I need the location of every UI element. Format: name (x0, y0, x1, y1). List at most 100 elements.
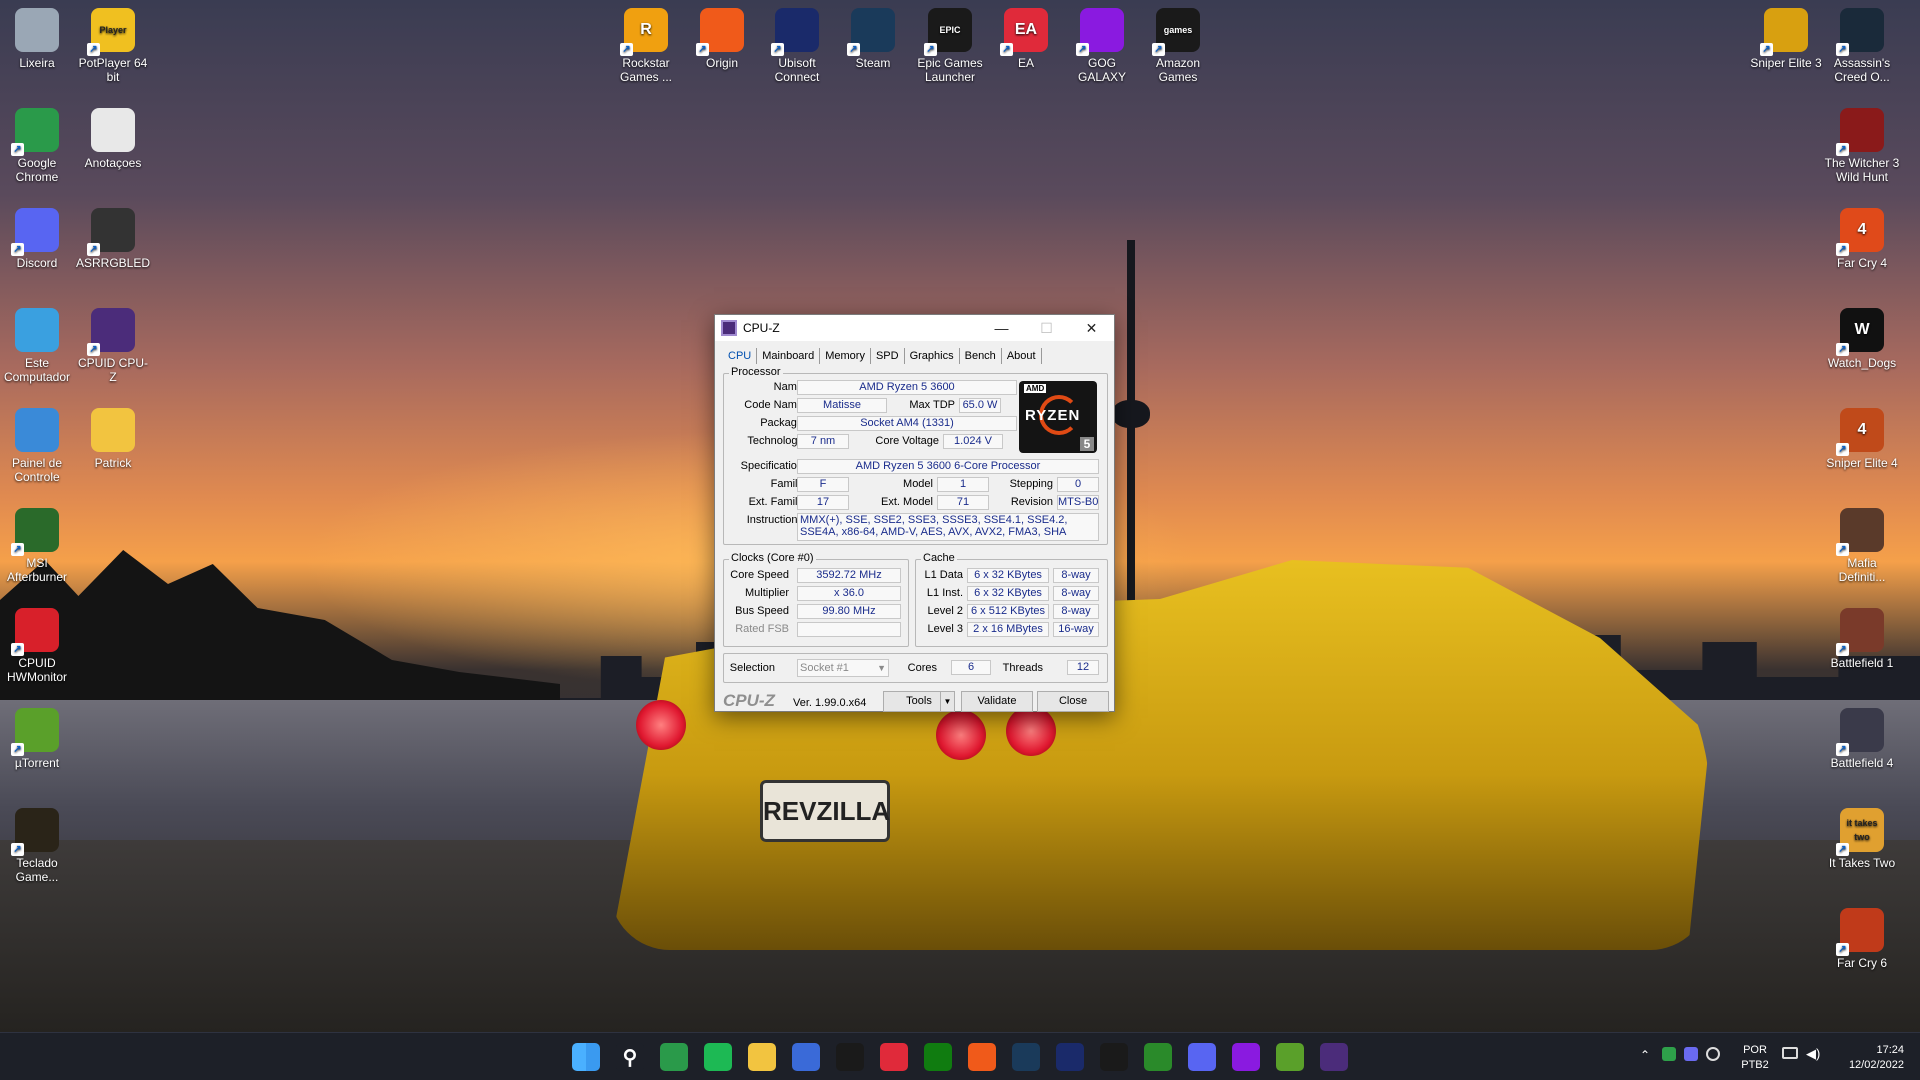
ea-icon[interactable] (880, 1043, 908, 1071)
tools-dropdown-icon[interactable]: ▼ (940, 692, 954, 711)
shortcut-arrow-icon: ↗ (1836, 443, 1849, 456)
desktop-shortcut[interactable]: ↗ Assassin's Creed O... (1824, 8, 1900, 84)
desktop-shortcut[interactable]: ↗ Far Cry 6 (1824, 908, 1900, 970)
tools-button[interactable]: Tools ▼ (883, 691, 955, 712)
icon-glyph-text: W (1854, 321, 1870, 338)
clock[interactable]: 17:24 12/02/2022 (1834, 1043, 1904, 1073)
cache-label-l2: Level 2 (927, 605, 963, 617)
desktop-shortcut[interactable]: ↗ Steam (835, 8, 911, 70)
far-cry-6-icon: ↗ (1836, 908, 1884, 956)
cpuz-icon[interactable] (1320, 1043, 1348, 1071)
close-window-button[interactable]: ✕ (1069, 320, 1114, 337)
desktop-shortcut[interactable]: ↗ ASRRGBLED (75, 208, 151, 270)
maxtdp-label: Max TDP (909, 399, 955, 411)
ryzen-logo-text: RYZEN (1025, 407, 1081, 424)
gog-galaxy-icon[interactable] (1232, 1043, 1260, 1071)
cpuz-titlebar[interactable]: CPU-Z — ☐ ✕ (715, 315, 1114, 341)
desktop-shortcut[interactable]: games ↗ Amazon Games (1140, 8, 1216, 84)
windows-start-icon[interactable] (572, 1043, 600, 1071)
discord-tray-icon[interactable] (1684, 1047, 1698, 1061)
tab-spd[interactable]: SPD (871, 348, 905, 364)
epic-games-icon[interactable] (1100, 1043, 1128, 1071)
tab-memory[interactable]: Memory (820, 348, 871, 364)
extfamily-value: 17 (797, 495, 849, 510)
desktop-shortcut[interactable]: ↗ Mafia Definiti... (1824, 508, 1900, 584)
amazon-games-icon[interactable] (836, 1043, 864, 1071)
desktop-shortcut[interactable]: Patrick (75, 408, 151, 470)
desktop-shortcut[interactable]: 4 ↗ Sniper Elite 4 (1824, 408, 1900, 470)
cpuz-icon: ↗ (87, 308, 135, 356)
tab-about[interactable]: About (1002, 348, 1042, 364)
desktop-shortcut[interactable]: ↗ GOG GALAXY (1064, 8, 1140, 84)
xbox-companion-icon[interactable] (1144, 1043, 1172, 1071)
shortcut-label: Assassin's Creed O... (1833, 56, 1891, 84)
chevron-up-icon[interactable]: ⌃ (1640, 1048, 1650, 1063)
network-icon[interactable] (1782, 1047, 1798, 1059)
desktop-shortcut[interactable]: Lixeira (0, 8, 75, 70)
desktop-shortcut[interactable]: Player ↗ PotPlayer 64 bit (75, 8, 151, 84)
xbox-icon[interactable] (924, 1043, 952, 1071)
shortcut-label: Far Cry 4 (1836, 256, 1887, 270)
desktop-shortcut[interactable]: EPIC ↗ Epic Games Launcher (912, 8, 988, 84)
desktop-shortcut[interactable]: ↗ Discord (0, 208, 75, 270)
shortcut-label: Lixeira (19, 56, 55, 70)
icon-glyph-text: Player (99, 25, 127, 35)
close-button[interactable]: Close (1037, 691, 1109, 712)
shortcut-arrow-icon: ↗ (1760, 43, 1773, 56)
desktop-shortcut[interactable]: ↗ CPUID HWMonitor (0, 608, 75, 684)
desktop-shortcut[interactable]: ↗ Battlefield 4 (1824, 708, 1900, 770)
language-indicator[interactable]: POR PTB2 (1736, 1043, 1774, 1073)
desktop-shortcut[interactable]: ↗ The Witcher 3 Wild Hunt (1824, 108, 1900, 184)
desktop-shortcut[interactable]: ↗ MSI Afterburner (0, 508, 75, 584)
far-cry-4-icon: 4 ↗ (1836, 208, 1884, 256)
steam-icon[interactable] (1012, 1043, 1040, 1071)
cpuz-window[interactable]: CPU-Z — ☐ ✕ CPU Mainboard Memory SPD Gra… (714, 314, 1115, 712)
maximize-button[interactable]: ☐ (1024, 320, 1069, 337)
minimize-button[interactable]: — (979, 320, 1024, 337)
desktop-shortcut[interactable]: Anotaçoes (75, 108, 151, 170)
desktop-shortcut[interactable]: Este Computador (0, 308, 75, 384)
tab-graphics[interactable]: Graphics (905, 348, 960, 364)
tab-cpu[interactable]: CPU (723, 348, 758, 364)
family-label: Family (770, 478, 803, 490)
desktop-shortcut[interactable]: Painel de Controle (0, 408, 75, 484)
shortcut-label: Painel de Controle (11, 456, 63, 484)
desktop-shortcut[interactable]: EA ↗ EA (988, 8, 1064, 70)
validate-button[interactable]: Validate (961, 691, 1033, 712)
microsoft-store-icon[interactable] (792, 1043, 820, 1071)
stepping-label: Stepping (1009, 478, 1053, 490)
cache-ways-l1d: 8-way (1053, 568, 1099, 583)
desktop-shortcut[interactable]: ↗ Origin (684, 8, 760, 70)
desktop-shortcut[interactable]: ↗ µTorrent (0, 708, 75, 770)
mafia-icon: ↗ (1836, 508, 1884, 556)
shortcut-label: Este Computador (3, 356, 71, 384)
spotify-icon[interactable] (704, 1043, 732, 1071)
desktop-shortcut[interactable]: ↗ Sniper Elite 3 (1748, 8, 1824, 70)
ubisoft-icon[interactable] (1056, 1043, 1084, 1071)
desktop-shortcut[interactable]: R ↗ Rockstar Games ... (608, 8, 684, 84)
desktop-shortcut[interactable]: ↗ CPUID CPU-Z (75, 308, 151, 384)
origin-icon[interactable] (968, 1043, 996, 1071)
volume-icon[interactable]: ◀) (1806, 1046, 1820, 1061)
desktop-shortcut[interactable]: W ↗ Watch_Dogs (1824, 308, 1900, 370)
tab-bench[interactable]: Bench (960, 348, 1002, 364)
utorrent-icon[interactable] (1276, 1043, 1304, 1071)
desktop-shortcut[interactable]: ↗ Battlefield 1 (1824, 608, 1900, 670)
desktop-shortcut[interactable]: ↗ Ubisoft Connect (759, 8, 835, 84)
discord-icon[interactable] (1188, 1043, 1216, 1071)
cache-size-l1i: 6 x 32 KBytes (967, 586, 1049, 601)
desktop-shortcut[interactable]: 4 ↗ Far Cry 4 (1824, 208, 1900, 270)
ubisoft-tray-icon[interactable] (1706, 1047, 1720, 1061)
tail-light (1006, 706, 1056, 756)
cache-size-l3: 2 x 16 MBytes (967, 622, 1049, 637)
chrome-icon[interactable] (660, 1043, 688, 1071)
tab-mainboard[interactable]: Mainboard (757, 348, 821, 364)
desktop-shortcut[interactable]: ↗ Teclado Game... (0, 808, 75, 884)
desktop-shortcut[interactable]: it takes two ↗ It Takes Two (1824, 808, 1900, 870)
keyboard-layout: PTB2 (1741, 1059, 1769, 1071)
it-takes-two-icon: it takes two ↗ (1836, 808, 1884, 856)
tray-app-icon[interactable] (1662, 1047, 1676, 1061)
file-explorer-icon[interactable] (748, 1043, 776, 1071)
desktop-shortcut[interactable]: ↗ Google Chrome (0, 108, 75, 184)
search-icon[interactable]: ⚲ (616, 1043, 644, 1071)
